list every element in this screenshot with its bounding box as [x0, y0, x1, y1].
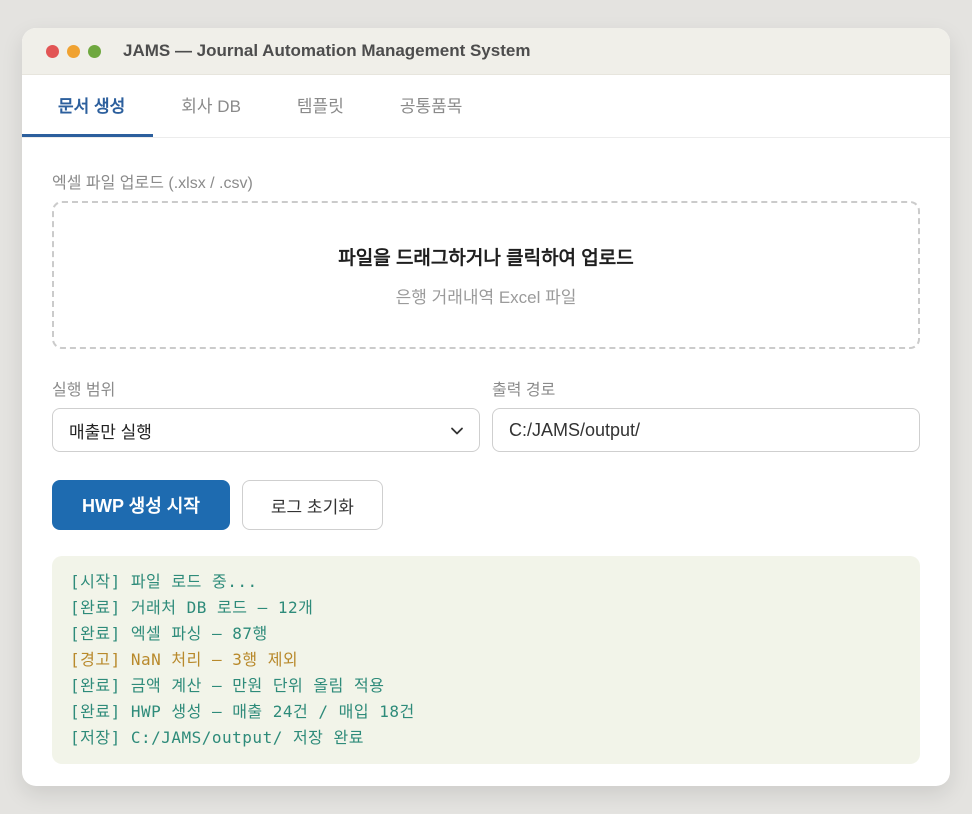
log-line-warning: [경고] NaN 처리 — 3행 제외 — [70, 647, 902, 673]
dropzone-title: 파일을 드래그하거나 클릭하여 업로드 — [338, 243, 634, 270]
log-line: [저장] C:/JAMS/output/ 저장 완료 — [70, 725, 902, 751]
scope-selected-value: 매출만 실행 — [69, 418, 152, 443]
scope-select[interactable]: 매출만 실행 — [52, 408, 480, 452]
tab-templates[interactable]: 템플릿 — [269, 75, 372, 137]
log-line: [완료] 엑셀 파싱 — 87행 — [70, 621, 902, 647]
output-path-field-group: 출력 경로 — [492, 381, 920, 452]
log-line: [완료] 금액 계산 — 만원 단위 올림 적용 — [70, 673, 902, 699]
output-path-input[interactable] — [492, 408, 920, 452]
main-content: 엑셀 파일 업로드 (.xlsx / .csv) 파일을 드래그하거나 클릭하여… — [22, 138, 950, 764]
title-bar: JAMS — Journal Automation Management Sys… — [22, 28, 950, 75]
chevron-down-icon — [449, 423, 465, 439]
tab-document-generation[interactable]: 문서 생성 — [22, 75, 153, 137]
close-icon[interactable] — [46, 45, 59, 58]
log-console: [시작] 파일 로드 중... [완료] 거래처 DB 로드 — 12개 [완료… — [52, 556, 920, 764]
generate-hwp-button[interactable]: HWP 생성 시작 — [52, 480, 230, 530]
scope-label: 실행 범위 — [52, 381, 480, 400]
tab-common-items[interactable]: 공통품목 — [372, 75, 491, 137]
app-window: JAMS — Journal Automation Management Sys… — [22, 28, 950, 786]
tab-bar: 문서 생성 회사 DB 템플릿 공통품목 — [22, 75, 950, 138]
upload-label: 엑셀 파일 업로드 (.xlsx / .csv) — [52, 174, 920, 193]
log-line: [완료] HWP 생성 — 매출 24건 / 매입 18건 — [70, 699, 902, 725]
maximize-icon[interactable] — [88, 45, 101, 58]
action-buttons: HWP 생성 시작 로그 초기화 — [52, 480, 920, 530]
log-line: [시작] 파일 로드 중... — [70, 569, 902, 595]
output-path-label: 출력 경로 — [492, 381, 920, 400]
clear-log-button[interactable]: 로그 초기화 — [242, 480, 383, 530]
minimize-icon[interactable] — [67, 45, 80, 58]
window-title: JAMS — Journal Automation Management Sys… — [123, 41, 530, 61]
file-dropzone[interactable]: 파일을 드래그하거나 클릭하여 업로드 은행 거래내역 Excel 파일 — [52, 201, 920, 349]
log-line: [완료] 거래처 DB 로드 — 12개 — [70, 595, 902, 621]
scope-field-group: 실행 범위 매출만 실행 — [52, 381, 480, 452]
dropzone-subtitle: 은행 거래내역 Excel 파일 — [396, 283, 577, 308]
window-controls — [46, 45, 101, 58]
options-row: 실행 범위 매출만 실행 출력 경로 — [52, 381, 920, 452]
tab-company-db[interactable]: 회사 DB — [153, 75, 269, 137]
